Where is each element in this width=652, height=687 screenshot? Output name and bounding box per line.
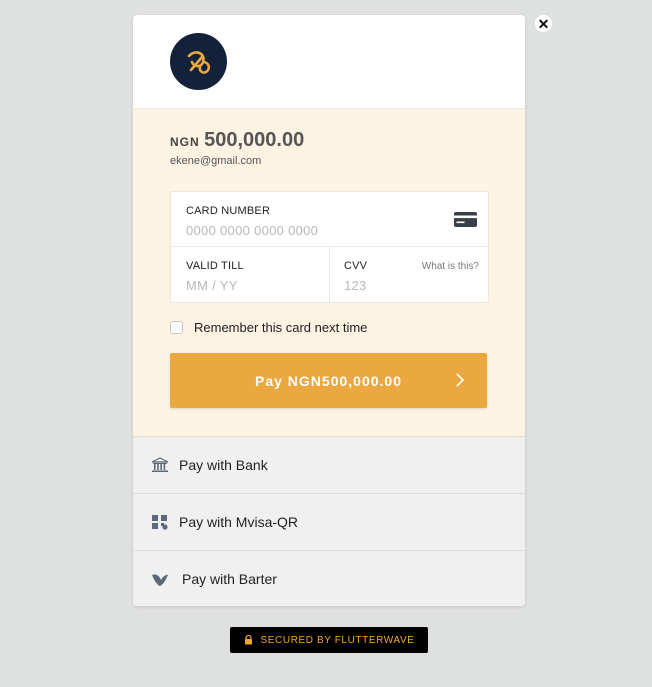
pay-with-mvisa-qr-label: Pay with Mvisa-QR	[179, 514, 299, 530]
bank-icon	[151, 457, 169, 472]
valid-till-input[interactable]: MM / YY	[186, 278, 238, 293]
lock-icon	[244, 635, 252, 645]
close-icon: ✕	[537, 15, 550, 32]
close-button[interactable]: ✕	[535, 15, 552, 32]
remember-label: Remember this card next time	[194, 320, 368, 335]
payment-modal: NGN 500,000.00 ekene@gmail.com CARD NUMB…	[133, 15, 525, 606]
barter-icon	[152, 574, 168, 586]
secured-label: SECURED BY FLUTTERWAVE	[260, 634, 415, 646]
pay-with-mvisa-qr-option[interactable]: Pay with Mvisa-QR	[133, 493, 525, 550]
amount-value: 500,000.00	[204, 129, 305, 151]
pay-with-bank-option[interactable]: Pay with Bank	[133, 436, 525, 493]
card-payment-section: NGN 500,000.00 ekene@gmail.com CARD NUMB…	[133, 109, 525, 436]
cvv-input[interactable]: 123	[344, 278, 367, 293]
currency-code: NGN	[170, 135, 200, 149]
pay-with-barter-option[interactable]: Pay with Barter	[133, 550, 525, 606]
modal-header	[133, 15, 525, 109]
qr-icon	[152, 515, 168, 530]
chevron-right-icon	[456, 373, 465, 387]
card-number-input[interactable]: 0000 0000 0000 0000	[186, 223, 318, 238]
pay-with-bank-label: Pay with Bank	[179, 457, 268, 473]
pay-button[interactable]: Pay NGN500,000.00	[170, 353, 487, 408]
card-number-field[interactable]: CARD NUMBER 0000 0000 0000 0000	[171, 192, 488, 247]
cvv-field[interactable]: CVV 123	[330, 247, 488, 302]
cvv-label: CVV	[344, 260, 368, 272]
remember-checkbox[interactable]	[170, 321, 183, 334]
payment-amount: NGN 500,000.00	[170, 129, 304, 152]
valid-till-label: VALID TILL	[186, 260, 244, 272]
cvv-help-link[interactable]: What is this?	[422, 261, 479, 272]
butterfly-logo-icon	[170, 33, 227, 90]
card-form: CARD NUMBER 0000 0000 0000 0000 VALID TI…	[170, 191, 489, 303]
remember-card-option[interactable]: Remember this card next time	[170, 320, 367, 335]
customer-email: ekene@gmail.com	[170, 155, 262, 167]
pay-button-label: Pay NGN500,000.00	[255, 372, 402, 389]
pay-with-barter-label: Pay with Barter	[182, 571, 277, 587]
valid-till-field[interactable]: VALID TILL MM / YY	[171, 247, 329, 302]
card-number-label: CARD NUMBER	[186, 205, 271, 217]
credit-card-icon	[454, 212, 477, 227]
secured-badge: SECURED BY FLUTTERWAVE	[230, 627, 428, 653]
